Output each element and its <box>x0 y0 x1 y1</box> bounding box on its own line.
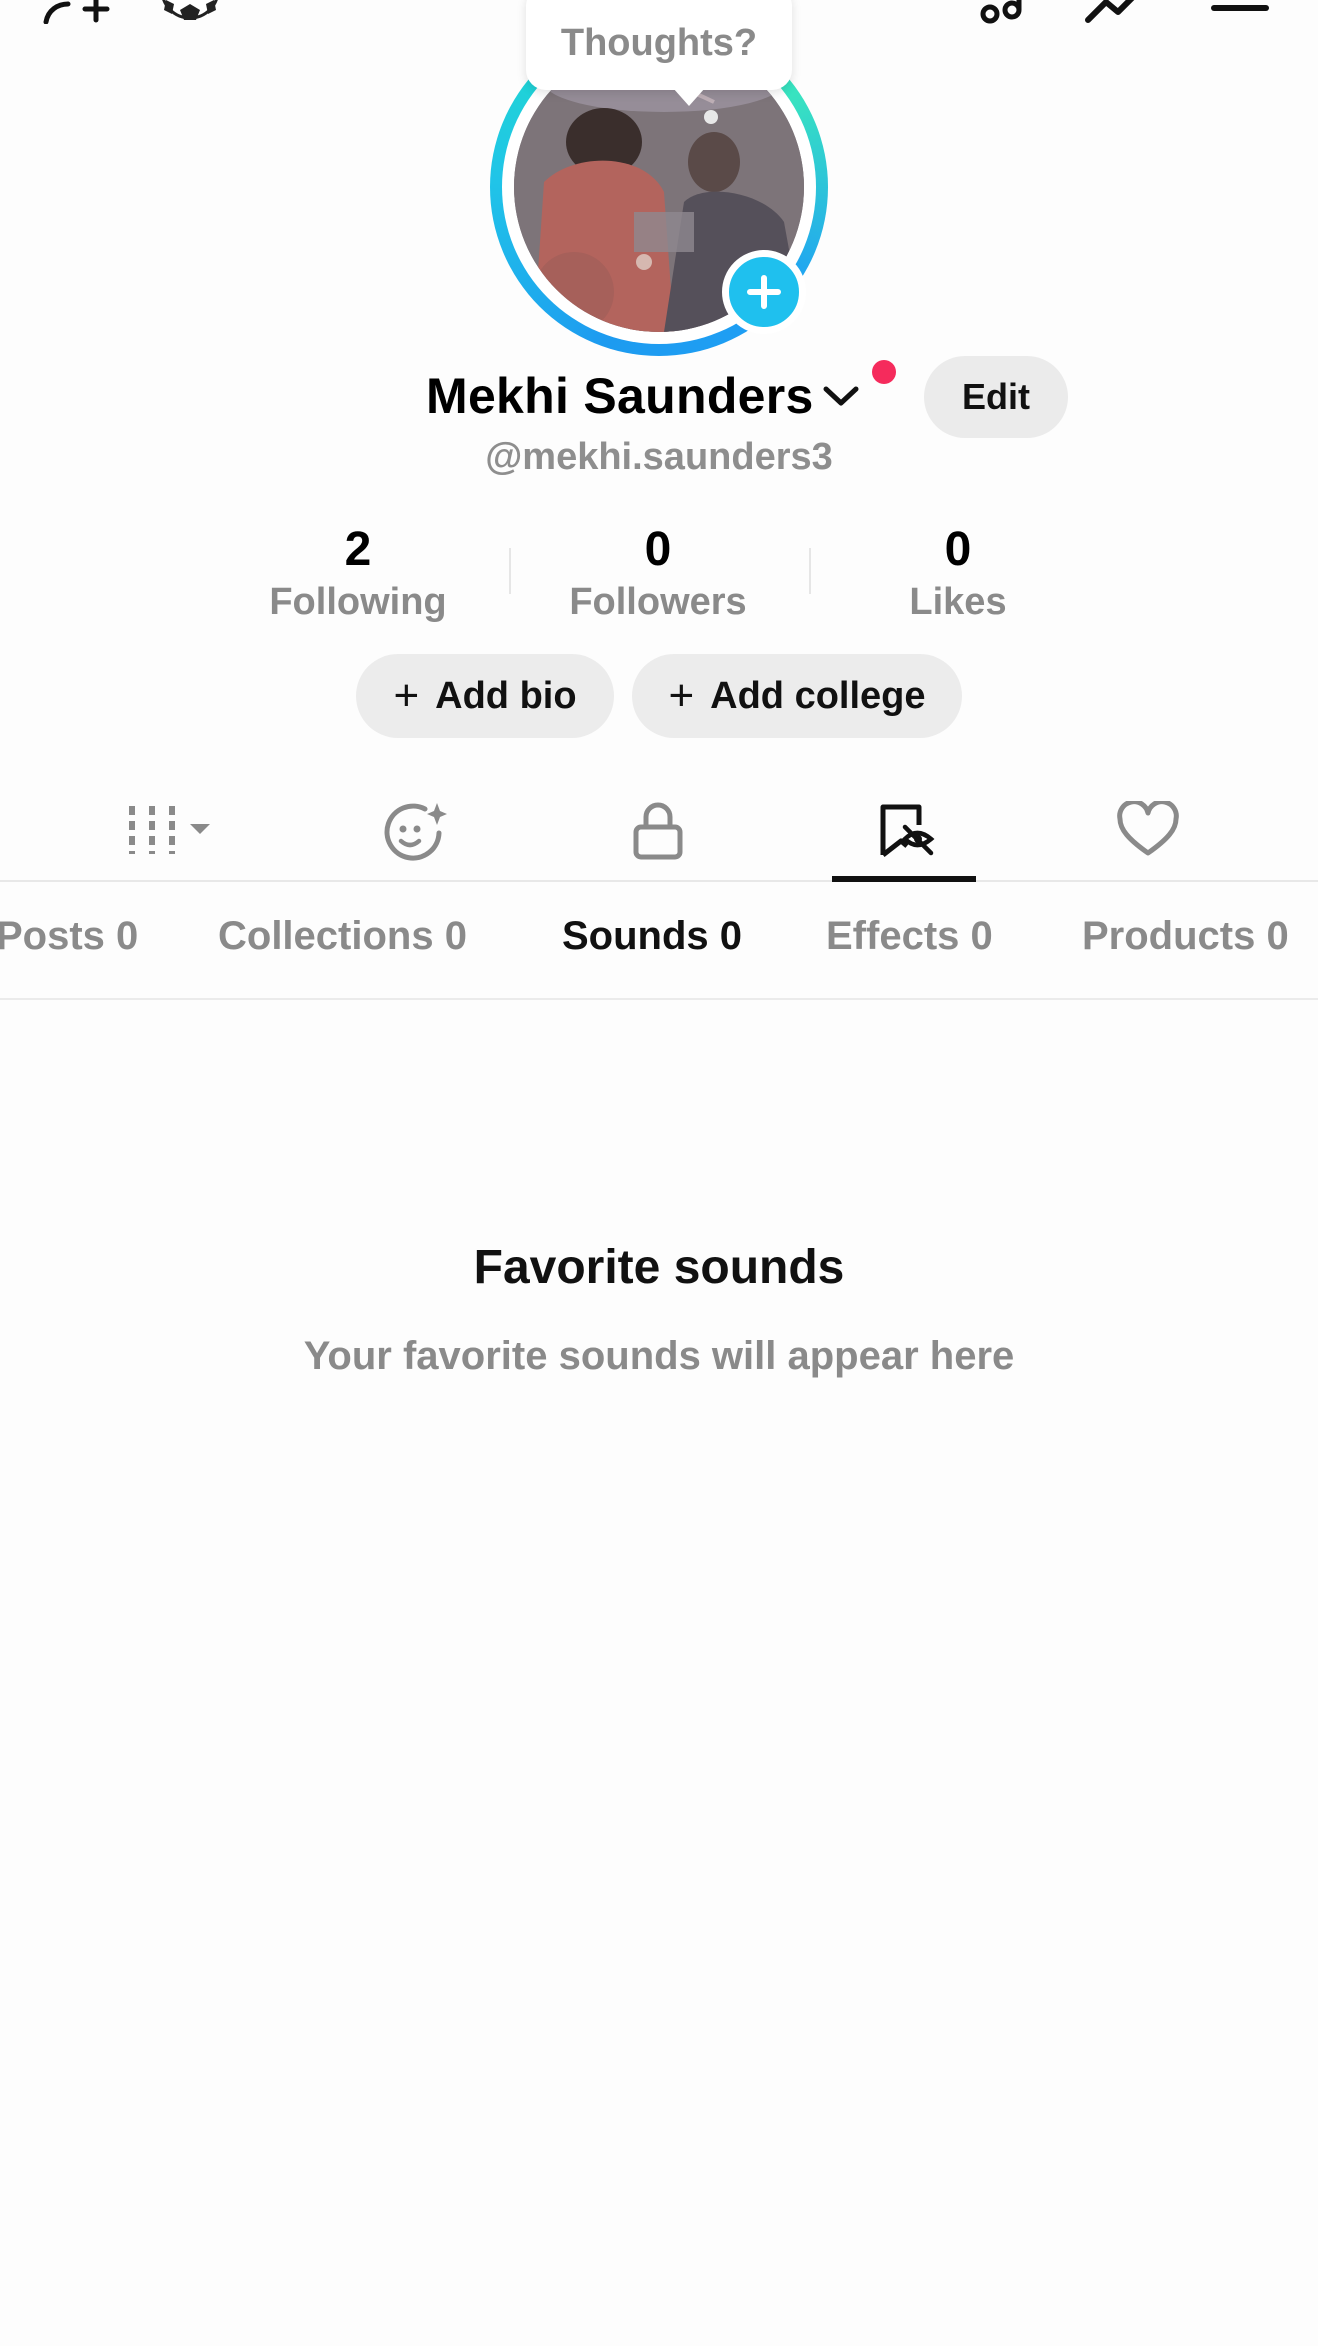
lock-icon <box>633 802 683 860</box>
subtab-sounds[interactable]: Sounds 0 <box>562 914 742 959</box>
heart-icon <box>1117 801 1179 856</box>
tab-private[interactable] <box>608 780 708 880</box>
following-count: 2 <box>344 523 372 576</box>
stat-divider <box>509 548 511 594</box>
grid-icon <box>129 806 210 854</box>
favorites-icon <box>880 804 935 857</box>
bubble-pointer-dot <box>704 110 718 124</box>
stat-divider <box>809 548 811 594</box>
stat-following[interactable]: 2 Following <box>238 520 478 624</box>
tab-videos[interactable] <box>100 780 240 880</box>
username: @mekhi.saunders3 <box>485 436 833 478</box>
profile-page: Thoughts? Mekhi Saunders Edit @mekhi.sau… <box>0 0 1318 2346</box>
tab-liked[interactable] <box>1098 780 1198 880</box>
subtab-effects[interactable]: Effects 0 <box>826 914 993 959</box>
empty-state-title: Favorite sounds <box>473 1241 845 1294</box>
account-switcher[interactable]: Mekhi Saunders <box>426 364 860 428</box>
ai-self-icon <box>384 803 447 861</box>
add-bio-label: Add bio <box>435 674 577 717</box>
notification-dot <box>872 360 896 384</box>
analytics-icon[interactable] <box>1082 0 1152 24</box>
soccer-ball-icon[interactable] <box>160 0 220 24</box>
plus-icon: + <box>668 671 695 720</box>
subtab-posts[interactable]: Posts 0 <box>0 914 138 959</box>
music-icon[interactable] <box>972 0 1032 24</box>
favorites-subtabs: Posts 0 Collections 0 Sounds 0 Effects 0… <box>0 884 1318 1000</box>
active-tab-indicator <box>832 876 976 882</box>
tab-favorites[interactable] <box>832 780 976 880</box>
add-story-button[interactable] <box>722 250 806 334</box>
add-college-label: Add college <box>710 674 926 717</box>
thoughts-text: Thoughts? <box>560 21 758 64</box>
plus-icon <box>747 275 781 309</box>
thoughts-bubble[interactable]: Thoughts? <box>526 0 792 106</box>
followers-count: 0 <box>644 523 672 576</box>
stat-likes[interactable]: 0 Likes <box>838 520 1078 624</box>
add-friend-icon[interactable] <box>40 0 116 25</box>
plus-icon: + <box>393 671 420 720</box>
add-college-button[interactable]: + Add college <box>632 654 962 738</box>
chevron-down-icon <box>823 386 859 406</box>
followers-label: Followers <box>569 581 747 623</box>
display-name: Mekhi Saunders <box>426 368 814 424</box>
subtab-products[interactable]: Products 0 <box>1082 914 1289 959</box>
tab-ai-self[interactable] <box>364 780 464 880</box>
likes-label: Likes <box>909 581 1007 623</box>
likes-count: 0 <box>944 523 972 576</box>
menu-icon[interactable] <box>1210 0 1270 24</box>
empty-state-subtitle: Your favorite sounds will appear here <box>303 1334 1015 1378</box>
add-bio-button[interactable]: + Add bio <box>356 654 614 738</box>
stat-followers[interactable]: 0 Followers <box>538 520 778 624</box>
following-label: Following <box>269 581 447 623</box>
edit-profile-button[interactable]: Edit <box>924 356 1068 438</box>
subtab-collections[interactable]: Collections 0 <box>218 914 467 959</box>
content-icon-tabs <box>0 780 1318 882</box>
